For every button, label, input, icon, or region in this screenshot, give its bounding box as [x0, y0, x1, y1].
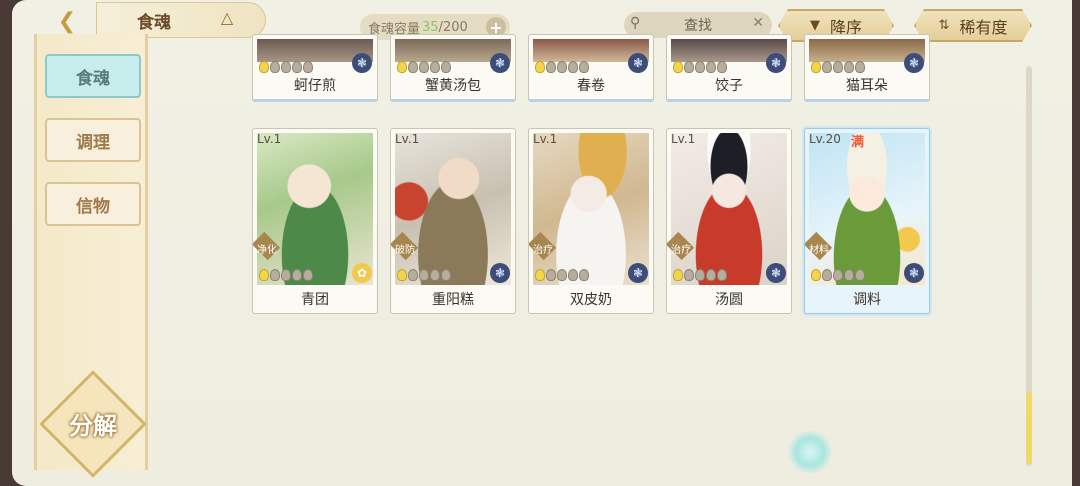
element-icon: ❃ — [490, 53, 510, 73]
star-rating — [397, 61, 451, 73]
food-soul-card[interactable]: ❃ 饺子 — [666, 34, 792, 102]
close-icon[interactable]: ✕ — [752, 15, 764, 31]
sun-icon: ✿ — [352, 263, 372, 283]
star-rating — [397, 269, 451, 281]
role-label: 破防 — [395, 245, 415, 256]
sort-rarity-button[interactable]: ⇅ 稀有度 — [914, 9, 1032, 42]
tab-label: 信物 — [76, 196, 110, 217]
card-name: 蚵仔煎 — [294, 78, 336, 94]
scrollbar-thumb[interactable] — [1026, 392, 1032, 464]
character-portrait — [809, 133, 925, 285]
role-label: 净化 — [257, 245, 277, 256]
moon-icon: ❃ — [628, 263, 648, 283]
food-soul-card[interactable]: Lv.1 净化 ✿ 青团 — [252, 128, 378, 314]
tab-food-soul[interactable]: 食魂 — [45, 54, 141, 98]
capacity-current: 35 — [422, 19, 439, 35]
star-rating — [535, 269, 589, 281]
back-arrow-icon: ❮ — [57, 8, 77, 34]
star-rating — [811, 61, 865, 73]
tab-cooking[interactable]: 调理 — [45, 118, 141, 162]
swap-arrows-icon: ⇅ — [938, 18, 950, 33]
food-soul-card[interactable]: ❃ 蚵仔煎 — [252, 34, 378, 102]
max-level-badge: 满 — [851, 135, 865, 150]
moon-icon: ❃ — [904, 263, 924, 283]
tab-label: 调理 — [76, 132, 110, 153]
star-rating — [259, 61, 313, 73]
triangle-down-icon: ▼ — [809, 18, 820, 33]
card-name: 重阳糕 — [432, 292, 474, 308]
card-name: 蟹黄汤包 — [425, 78, 481, 94]
star-rating — [811, 269, 865, 281]
back-button[interactable]: ❮ — [52, 6, 82, 36]
floating-assistive-button[interactable] — [788, 430, 832, 474]
decompose-label[interactable]: 分解 — [51, 406, 135, 441]
card-name: 调料 — [853, 292, 881, 308]
element-icon: ❃ — [904, 53, 924, 73]
search-icon: ⚲ — [630, 15, 641, 31]
tab-tokens[interactable]: 信物 — [45, 182, 141, 226]
star-rating — [535, 61, 589, 73]
element-icon: ❃ — [766, 53, 786, 73]
page-title: 食魂 — [96, 2, 266, 38]
card-level: Lv.20 — [809, 132, 841, 146]
character-portrait — [395, 133, 511, 285]
tab-label: 食魂 — [76, 68, 110, 89]
star-rating — [259, 269, 313, 281]
role-label: 治疗 — [671, 245, 691, 256]
card-name: 猫耳朵 — [846, 78, 888, 94]
character-portrait — [533, 133, 649, 285]
character-portrait — [671, 133, 787, 285]
element-icon: ❃ — [628, 53, 648, 73]
food-soul-card[interactable]: ❃ 猫耳朵 — [804, 34, 930, 102]
card-name: 饺子 — [715, 78, 743, 94]
card-name: 双皮奶 — [570, 292, 612, 308]
moon-icon: ❃ — [490, 263, 510, 283]
element-icon: ❃ — [352, 53, 372, 73]
star-rating — [673, 269, 727, 281]
card-name: 青团 — [301, 292, 329, 308]
role-label: 治疗 — [533, 245, 553, 256]
home-icon[interactable]: △ — [216, 8, 238, 30]
role-label: 材料 — [809, 245, 829, 256]
card-level: Lv.1 — [257, 132, 282, 146]
food-soul-card[interactable]: ❃ 蟹黄汤包 — [390, 34, 516, 102]
sort-rarity-label: 稀有度 — [959, 17, 1008, 37]
sidebar: 食魂 调理 信物 分解 — [34, 34, 148, 478]
food-soul-card[interactable]: Lv.1 治疗 ❃ 汤圆 — [666, 128, 792, 314]
capacity-total: /200 — [438, 19, 468, 35]
card-name: 汤圆 — [715, 292, 743, 308]
search-label: 查找 — [684, 18, 712, 34]
food-soul-card[interactable]: ❃ 春卷 — [528, 34, 654, 102]
food-soul-card[interactable]: Lv.20 满 材料 ❃ 调料 — [804, 128, 930, 314]
card-level: Lv.1 — [671, 132, 696, 146]
food-soul-card[interactable]: Lv.1 治疗 ❃ 双皮奶 — [528, 128, 654, 314]
game-screen: ❮ 食魂 △ 食魂容量 35 /200 + ⚲ 查找 ✕ ▼ 降序 ⇅ 稀有度 … — [12, 0, 1072, 486]
moon-icon: ❃ — [766, 263, 786, 283]
star-rating — [673, 61, 727, 73]
card-level: Lv.1 — [533, 132, 558, 146]
card-name: 春卷 — [577, 78, 605, 94]
card-level: Lv.1 — [395, 132, 420, 146]
character-portrait — [257, 133, 373, 285]
food-soul-card[interactable]: Lv.1 破防 ❃ 重阳糕 — [390, 128, 516, 314]
